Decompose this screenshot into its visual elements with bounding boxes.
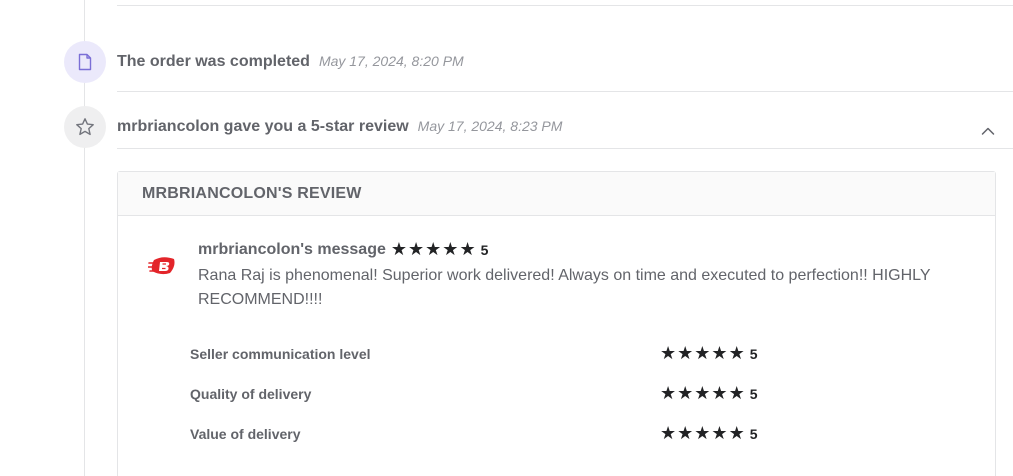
star-icon: ★ [677,423,694,444]
rating-label: Quality of delivery [190,386,312,402]
rating-score: 5 [749,346,758,362]
star-icon: ★ [390,239,408,260]
event-timestamp: May 17, 2024, 8:23 PM [417,118,563,134]
divider [117,91,1013,92]
review-text: Rana Raj is phenomenal! Superior work de… [198,267,931,308]
star-icon: ★ [408,239,425,260]
star-rating: ★ ★ ★ ★ ★ 5 [660,425,758,443]
rating-label: Seller communication level [190,346,371,362]
chevron-up-icon [981,127,995,135]
star-rating: ★ ★ ★ ★ ★ 5 [660,345,758,363]
star-rating: ★ ★ ★ ★ ★ 5 [391,241,489,259]
star-icon: ★ [711,343,728,364]
star-icon: ★ [694,343,711,364]
star-outline-icon [64,106,106,148]
rating-row: Quality of delivery ★ ★ ★ ★ ★ 5 [190,385,790,403]
review-header: MRBRIANCOLON'S REVIEW [118,172,995,216]
star-icon: ★ [711,383,728,404]
document-icon [64,41,106,83]
star-icon: ★ [660,423,677,444]
rating-row: Seller communication level ★ ★ ★ ★ ★ 5 [190,345,790,363]
event-timestamp: May 17, 2024, 8:20 PM [318,53,464,69]
star-icon: ★ [459,239,476,260]
star-icon: ★ [694,423,711,444]
star-icon: ★ [660,383,677,404]
review-message: mrbriancolon's message ★ ★ ★ ★ ★ 5 Rana … [198,241,958,312]
divider [117,148,1013,149]
review-card: MRBRIANCOLON'S REVIEW mrbriancolon's mes… [117,171,996,476]
star-icon: ★ [711,423,728,444]
star-rating: ★ ★ ★ ★ ★ 5 [660,385,758,403]
rating-row: Value of delivery ★ ★ ★ ★ ★ 5 [190,425,790,443]
timeline-event-order-completed: The order was completed May 17, 2024, 8:… [64,41,464,83]
review-author: mrbriancolon's message [198,241,386,258]
star-icon: ★ [728,423,745,444]
event-title: The order was completed [117,53,310,70]
rating-score: 5 [749,386,758,402]
review-header-title: MRBRIANCOLON'S REVIEW [142,184,362,202]
star-icon: ★ [660,343,677,364]
divider [117,5,1013,6]
star-icon: ★ [728,343,745,364]
timeline-event-review: mrbriancolon gave you a 5-star review Ma… [64,106,562,148]
rating-score: 5 [480,242,489,258]
star-icon: ★ [694,383,711,404]
star-icon: ★ [677,343,694,364]
collapse-button[interactable] [978,121,998,141]
star-icon: ★ [425,239,442,260]
star-icon: ★ [728,383,745,404]
star-icon: ★ [442,239,459,260]
event-title: mrbriancolon gave you a 5-star review [117,118,409,135]
star-icon: ★ [677,383,694,404]
brand-logo-icon [147,254,178,278]
rating-label: Value of delivery [190,426,301,442]
rating-score: 5 [749,426,758,442]
